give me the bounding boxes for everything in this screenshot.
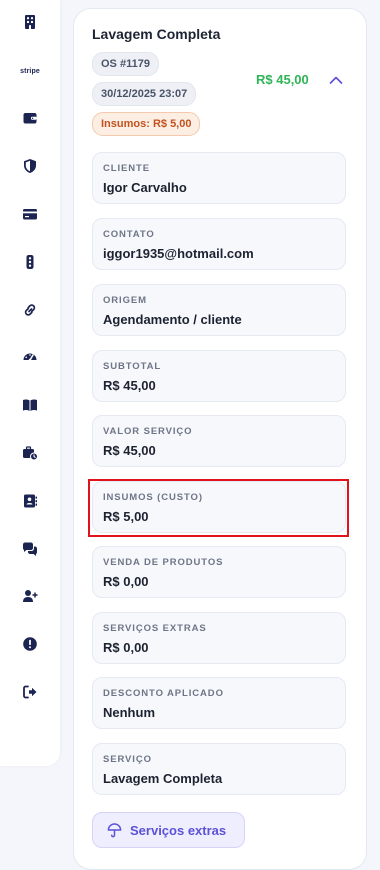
collapse-button[interactable] <box>328 73 344 87</box>
field-label: CLIENTE <box>103 163 150 174</box>
field-value: R$ 0,00 <box>103 640 149 655</box>
sidebar-nav: stripe <box>0 0 60 766</box>
field-value: Lavagem Completa <box>103 771 223 786</box>
field-label: SERVIÇO <box>103 754 152 765</box>
gauge-icon[interactable] <box>18 345 42 369</box>
shield-icon[interactable] <box>18 154 42 178</box>
field-label: DESCONTO APLICADO <box>103 688 224 699</box>
datetime-badge: 30/12/2025 23:07 <box>92 82 197 106</box>
building-icon[interactable] <box>18 10 42 34</box>
wallet-icon[interactable] <box>18 106 42 130</box>
field-contato: CONTATO iggor1935@hotmail.com <box>92 218 346 270</box>
field-value: R$ 45,00 <box>103 378 156 393</box>
field-label: ORIGEM <box>103 295 147 306</box>
traffic-light-icon[interactable] <box>18 250 42 274</box>
os-number-badge: OS #1179 <box>92 52 159 76</box>
field-venda-produtos: VENDA DE PRODUTOS R$ 0,00 <box>92 546 346 598</box>
field-label: SUBTOTAL <box>103 361 162 372</box>
field-value: R$ 0,00 <box>103 574 149 589</box>
extras-services-label: Serviços extras <box>130 822 227 838</box>
field-value: Agendamento / cliente <box>103 312 242 327</box>
field-value: Igor Carvalho <box>103 180 187 195</box>
credit-card-icon[interactable] <box>18 202 42 226</box>
field-value: Nenhum <box>103 705 155 720</box>
book-icon[interactable] <box>18 393 42 417</box>
chat-bubbles-icon[interactable] <box>18 537 42 561</box>
extras-services-button[interactable]: Serviços extras <box>92 812 245 848</box>
field-value: iggor1935@hotmail.com <box>103 246 254 261</box>
umbrella-icon <box>107 822 122 837</box>
chevron-up-icon <box>329 76 343 84</box>
field-servicos-extras: SERVIÇOS EXTRAS R$ 0,00 <box>92 612 346 664</box>
field-servico: SERVIÇO Lavagem Completa <box>92 743 346 795</box>
field-label: VALOR SERVIÇO <box>103 426 193 437</box>
field-value: R$ 45,00 <box>103 443 156 458</box>
stripe-logo[interactable]: stripe <box>18 59 42 83</box>
order-price: R$ 45,00 <box>256 72 309 87</box>
field-origem: ORIGEM Agendamento / cliente <box>92 284 346 336</box>
supplies-cost-badge: Insumos: R$ 5,00 <box>92 112 201 136</box>
stripe-logo-text: stripe <box>20 67 40 75</box>
field-insumos-custo: INSUMOS (CUSTO) R$ 5,00 <box>92 481 346 533</box>
field-value: R$ 5,00 <box>103 509 149 524</box>
contact-card-icon[interactable] <box>18 489 42 513</box>
user-plus-icon[interactable] <box>18 584 42 608</box>
field-label: CONTATO <box>103 229 155 240</box>
field-label: INSUMOS (CUSTO) <box>103 492 203 503</box>
field-label: VENDA DE PRODUTOS <box>103 557 224 568</box>
sign-out-icon[interactable] <box>18 680 42 704</box>
order-title: Lavagem Completa <box>92 26 221 42</box>
link-icon[interactable] <box>18 298 42 322</box>
field-subtotal: SUBTOTAL R$ 45,00 <box>92 350 346 402</box>
field-desconto: DESCONTO APLICADO Nenhum <box>92 677 346 729</box>
field-label: SERVIÇOS EXTRAS <box>103 623 207 634</box>
field-cliente: CLIENTE Igor Carvalho <box>92 152 346 204</box>
field-valor-servico: VALOR SERVIÇO R$ 45,00 <box>92 415 346 467</box>
alert-circle-icon[interactable] <box>18 632 42 656</box>
briefcase-clock-icon[interactable] <box>18 441 42 465</box>
